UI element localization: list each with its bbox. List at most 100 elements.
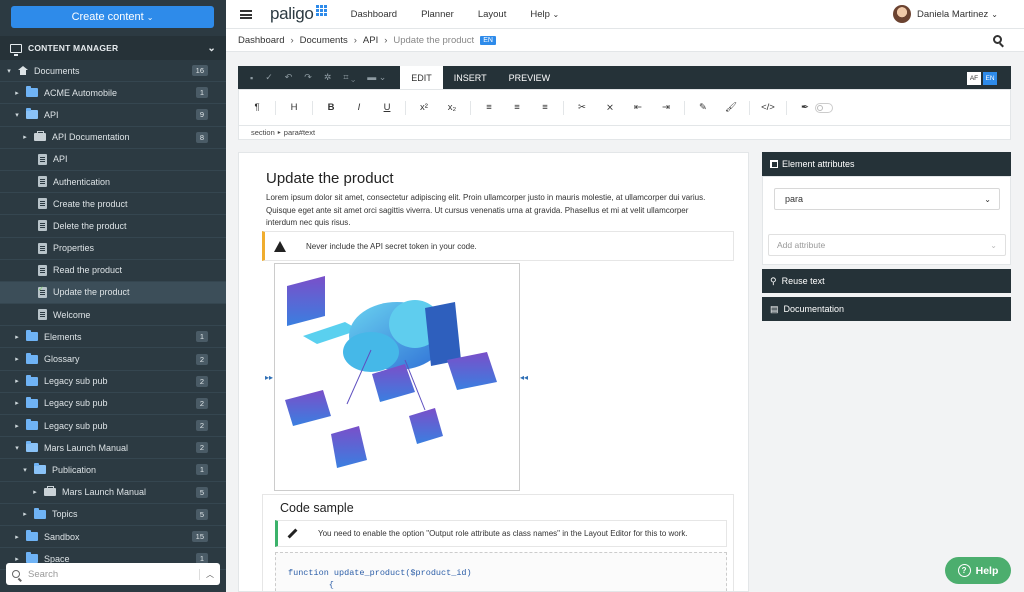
save-icon[interactable]: ▪ [250, 73, 253, 83]
breadcrumb-documents[interactable]: Documents [300, 35, 348, 46]
check-icon[interactable]: ✓ [265, 72, 273, 83]
sidebar-search[interactable]: Search ︿ [6, 563, 220, 585]
superscript-icon[interactable]: x² [410, 102, 438, 113]
code-sample-section[interactable]: Code sample You need to enable the optio… [262, 494, 734, 591]
element-attributes-header[interactable]: Element attributes [762, 152, 1011, 176]
cut-icon[interactable]: ✂ [568, 102, 596, 113]
nav-help[interactable]: Help ⌄ [530, 9, 559, 20]
document-paragraph[interactable]: Lorem ipsum dolor sit amet, consectetur … [266, 192, 718, 230]
language-af-button[interactable]: AF [967, 72, 981, 85]
tree-item[interactable]: Delete the product [0, 215, 226, 238]
caret-right-icon[interactable]: ▸ [12, 533, 22, 541]
code-block[interactable]: function update_product($product_id) { [275, 552, 727, 591]
code-icon[interactable]: </> [754, 102, 782, 113]
nav-planner[interactable]: Planner [421, 9, 454, 20]
italic-icon[interactable]: I [345, 102, 373, 113]
nav-dashboard[interactable]: Dashboard [351, 9, 397, 20]
path-para[interactable]: para#text [284, 128, 315, 137]
paligo-logo[interactable]: paligo [270, 4, 327, 24]
tree-item[interactable]: ▸ Legacy sub pub 2 [0, 415, 226, 438]
caret-down-icon[interactable]: ▾ [12, 444, 22, 452]
tree-item[interactable]: ▾ Publication 1 [0, 459, 226, 482]
breadcrumb-dashboard[interactable]: Dashboard [238, 35, 284, 46]
tree-item[interactable]: Authentication [0, 171, 226, 194]
paint-roller-icon[interactable]: 🖌 [717, 102, 745, 113]
tree-item[interactable]: ▸ Elements 1 [0, 326, 226, 349]
tab-preview[interactable]: PREVIEW [498, 66, 562, 89]
tree-item[interactable]: ▸ Glossary 2 [0, 348, 226, 371]
tree-item[interactable]: ▸ API Documentation 8 [0, 127, 226, 149]
caret-right-icon[interactable]: ▸ [12, 333, 22, 341]
tree-item[interactable]: ▸ ACME Automobile 1 [0, 82, 226, 105]
resize-right-icon[interactable]: ◂◂ [520, 373, 528, 382]
tree-item[interactable]: API [0, 149, 226, 171]
caret-right-icon[interactable]: ▸ [12, 377, 22, 385]
tree-item[interactable]: ▾ API 9 [0, 104, 226, 127]
code-sample-title[interactable]: Code sample [280, 501, 354, 515]
heading-icon[interactable]: H [280, 102, 308, 113]
path-section[interactable]: section [251, 128, 275, 137]
user-menu[interactable]: Daniela Martinez ⌄ [893, 5, 998, 23]
language-en-button[interactable]: EN [983, 72, 997, 85]
tree-item[interactable]: ▸ Mars Launch Manual 5 [0, 482, 226, 504]
nav-layout[interactable]: Layout [478, 9, 507, 20]
caret-down-icon[interactable]: ▾ [12, 111, 22, 119]
tree-item[interactable]: Update the product ✓ [0, 281, 226, 305]
create-content-button[interactable]: Create content ⌄ [11, 6, 214, 28]
reuse-text-header[interactable]: ⚲ Reuse text [762, 269, 1011, 293]
help-button[interactable]: ? Help [945, 557, 1011, 584]
bullet-list-icon[interactable]: ≡ [475, 102, 503, 113]
paragraph-icon[interactable]: ¶ [243, 102, 271, 113]
bold-icon[interactable]: B [317, 102, 345, 113]
tree-item[interactable]: Welcome [0, 304, 226, 327]
tab-insert[interactable]: INSERT [443, 66, 498, 89]
eraser-icon[interactable]: ✎ [689, 102, 717, 113]
resize-left-icon[interactable]: ▸▸ [265, 373, 273, 382]
document-canvas[interactable]: Update the product Lorem ipsum dolor sit… [238, 152, 749, 592]
caret-down-icon[interactable]: ▾ [4, 67, 14, 75]
caret-right-icon[interactable]: ▸ [12, 555, 22, 563]
tree-item[interactable]: ▸ Legacy sub pub 2 [0, 393, 226, 415]
document-title[interactable]: Update the product [266, 170, 394, 187]
documentation-header[interactable]: ▤ Documentation [762, 297, 1011, 321]
content-manager-header[interactable]: CONTENT MANAGER ⌄ [0, 36, 226, 60]
caret-down-icon[interactable]: ▾ [20, 466, 30, 474]
chevron-down-icon[interactable]: ⌄ [207, 43, 216, 54]
caret-right-icon[interactable]: ▸ [20, 510, 30, 518]
caret-right-icon[interactable]: ▸ [12, 399, 22, 407]
tree-item[interactable]: ▸ Legacy sub pub 2 [0, 371, 226, 393]
structure-icon[interactable]: ⌗ ⌄ [343, 72, 355, 83]
caret-right-icon[interactable]: ▸ [12, 355, 22, 363]
indent-icon[interactable]: ⇥ [652, 102, 680, 113]
numbered-list-icon[interactable]: ≡ [503, 102, 531, 113]
add-attribute-select[interactable]: Add attribute ⌄ [768, 234, 1006, 256]
tree-item[interactable]: ▾ Mars Launch Manual 2 [0, 437, 226, 460]
underline-icon[interactable]: U [373, 102, 401, 113]
warning-admonition[interactable]: Never include the API secret token in yo… [262, 231, 734, 261]
element-select[interactable]: para ⌄ [774, 188, 1000, 210]
tree-item[interactable]: ▾ Documents 16 [0, 60, 226, 83]
remove-icon[interactable]: ⨯ [596, 102, 624, 113]
caret-right-icon[interactable]: ▸ [12, 89, 22, 97]
search-input[interactable]: Search [28, 569, 58, 580]
toggle-switch[interactable] [815, 102, 833, 113]
menu-icon[interactable] [240, 9, 252, 19]
code-note[interactable]: You need to enable the option "Output ro… [275, 520, 727, 547]
caret-right-icon[interactable]: ▸ [12, 422, 22, 430]
settings-icon[interactable]: ✲ [324, 72, 332, 83]
tree-item[interactable]: Create the product [0, 193, 226, 216]
undo-icon[interactable]: ↶ [285, 72, 293, 83]
chevron-up-icon[interactable]: ︿ [199, 568, 214, 580]
cloud-network-illustration[interactable] [274, 263, 520, 491]
procedure-icon[interactable]: ≡ [531, 102, 559, 113]
subscript-icon[interactable]: x₂ [438, 102, 466, 113]
tree-item[interactable]: Properties [0, 238, 226, 260]
tree-item[interactable]: ▸ Topics 5 [0, 504, 226, 526]
breadcrumb-api[interactable]: API [363, 35, 378, 46]
caret-right-icon[interactable]: ▸ [20, 133, 30, 141]
tree-item[interactable]: Read the product [0, 260, 226, 282]
search-icon[interactable] [993, 35, 1002, 44]
tree-item[interactable]: ▸ Sandbox 15 [0, 526, 226, 549]
redo-icon[interactable]: ↷ [304, 72, 312, 83]
tab-edit[interactable]: EDIT [400, 66, 443, 89]
